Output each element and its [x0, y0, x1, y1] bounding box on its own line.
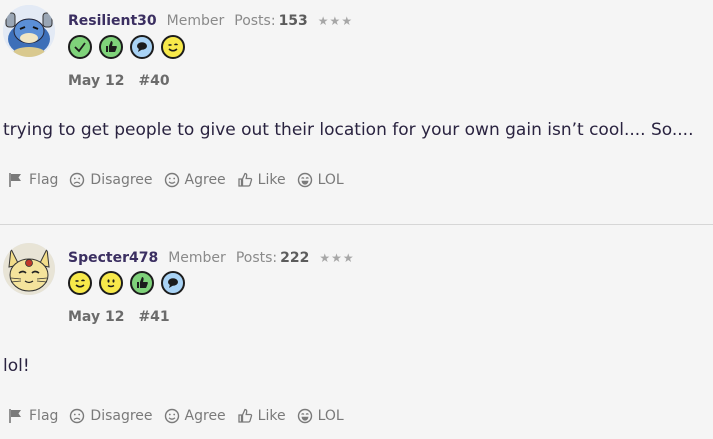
thumbs-up-badge-icon: [130, 271, 154, 295]
post-date[interactable]: May 12: [68, 309, 124, 325]
smile-face-icon: [164, 172, 179, 188]
speech-bubble-badge-icon: [130, 35, 154, 59]
post-number-link[interactable]: #40: [138, 73, 169, 89]
frown-face-icon: [70, 408, 85, 424]
lol-label: LOL: [317, 172, 344, 188]
wink-face-badge-icon: [161, 35, 185, 59]
lol-label: LOL: [317, 408, 344, 424]
smile-face-icon: [164, 408, 179, 424]
disagree-label: Disagree: [90, 408, 153, 424]
disagree-button[interactable]: Disagree: [69, 172, 153, 188]
post-content: lol!: [3, 356, 30, 376]
agree-button[interactable]: Agree: [164, 408, 226, 424]
speech-bubble-badge-icon: [161, 271, 185, 295]
post-actions: Flag Disagree Agree Like LOL: [8, 172, 355, 188]
like-button[interactable]: Like: [237, 172, 286, 188]
like-label: Like: [257, 172, 286, 188]
user-badges: [68, 35, 185, 59]
wink-face-badge-icon: [68, 271, 92, 295]
post-number-link[interactable]: #41: [138, 309, 169, 325]
posts-label: Posts:: [234, 13, 276, 29]
user-role: Member: [168, 250, 226, 266]
thumbs-up-badge-icon: [99, 35, 123, 59]
posts-count: 153: [278, 13, 308, 29]
flag-button[interactable]: Flag: [8, 172, 58, 188]
user-badges: [68, 271, 185, 295]
rank-stars: ★★★: [317, 14, 354, 28]
lol-button[interactable]: LOL: [297, 408, 344, 424]
post-40: Resilient30 Member Posts: 153 ★★★ May 12 #40 …: [0, 0, 713, 224]
lol-button[interactable]: LOL: [297, 172, 344, 188]
post-meta: Resilient30 Member Posts: 153 ★★★: [68, 13, 353, 29]
thumbs-up-icon: [238, 172, 252, 187]
like-button[interactable]: Like: [237, 408, 286, 424]
like-label: Like: [257, 408, 286, 424]
disagree-button[interactable]: Disagree: [69, 408, 153, 424]
post-meta: Specter478 Member Posts: 222 ★★★: [68, 250, 355, 266]
post-actions: Flag Disagree Agree Like LOL: [8, 408, 355, 424]
flag-label: Flag: [29, 408, 59, 424]
post-date-row: May 12 #41: [68, 309, 170, 325]
post-41: Specter478 Member Posts: 222 ★★★ May 12 #41 l…: [0, 224, 713, 439]
flag-button[interactable]: Flag: [8, 408, 58, 424]
username-link[interactable]: Specter478: [68, 250, 158, 266]
post-content: trying to get people to give out their l…: [3, 120, 694, 140]
laugh-face-icon: [297, 408, 312, 424]
frown-face-icon: [70, 172, 85, 188]
laugh-face-icon: [297, 172, 312, 188]
posts-count: 222: [280, 250, 310, 266]
flag-icon: [9, 173, 21, 187]
post-date-row: May 12 #40: [68, 73, 170, 89]
post-date[interactable]: May 12: [68, 73, 124, 89]
avatar[interactable]: [3, 5, 55, 57]
thumbs-up-icon: [238, 408, 252, 423]
agree-button[interactable]: Agree: [164, 172, 226, 188]
flag-icon: [9, 409, 21, 423]
smile-face-badge-icon: [99, 271, 123, 295]
disagree-label: Disagree: [90, 172, 153, 188]
agree-label: Agree: [184, 172, 226, 188]
rank-stars: ★★★: [319, 251, 355, 265]
agree-label: Agree: [184, 408, 226, 424]
flag-label: Flag: [29, 172, 59, 188]
username-link[interactable]: Resilient30: [68, 13, 157, 29]
check-badge-icon: [68, 35, 92, 59]
posts-label: Posts:: [235, 250, 278, 266]
avatar[interactable]: [3, 243, 55, 295]
user-role: Member: [166, 13, 225, 29]
